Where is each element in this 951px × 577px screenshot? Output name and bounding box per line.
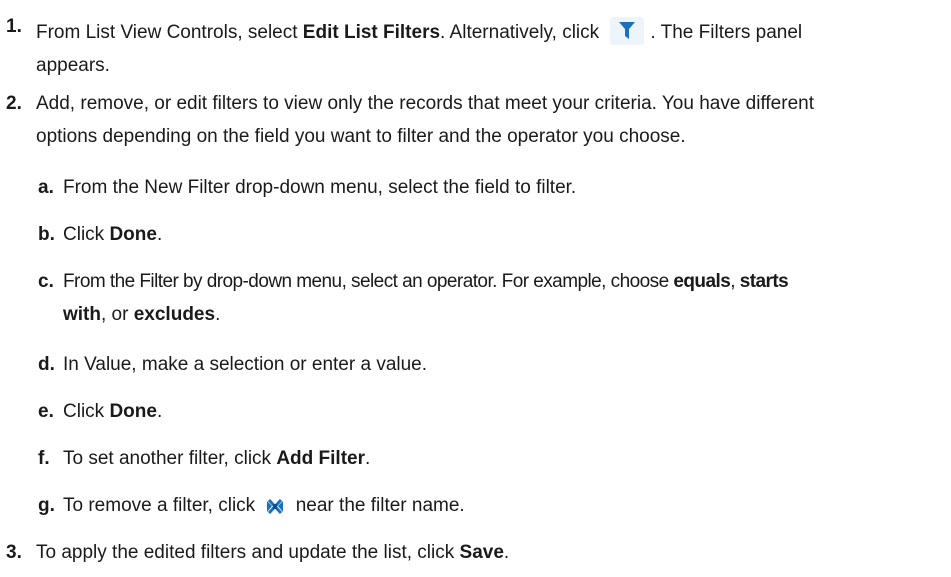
substep-text: From the Filter by drop-down menu, selec… — [63, 271, 789, 292]
step-number: 2. — [6, 93, 22, 114]
substep-text-continued: with, or excludes. — [63, 304, 221, 325]
substep-text: In Value, make a selection or enter a va… — [63, 354, 428, 375]
instructions-document: 1. From List View Controls, select Edit … — [0, 0, 951, 577]
substep-text: To set another filter, click Add Filter. — [63, 448, 371, 469]
substep-text: To remove a filter, click near the filte… — [63, 495, 465, 516]
step-text: Add, remove, or edit filters to view onl… — [36, 93, 814, 114]
step-text: From List View Controls, select Edit Lis… — [36, 16, 946, 49]
substep-text: Click Done. — [63, 224, 163, 245]
filter-funnel-icon — [610, 16, 645, 45]
step-text-continued: appears. — [36, 55, 110, 76]
step-text: To apply the edited filters and update t… — [36, 542, 510, 563]
substep-text: From the New Filter drop-down menu, sele… — [63, 177, 577, 198]
save-label: Save — [459, 542, 504, 563]
menu-item-name: Edit List Filters — [302, 22, 441, 43]
substep-text: Click Done. — [63, 401, 163, 422]
step-text-continued: options depending on the field you want … — [36, 126, 686, 147]
step-number: 3. — [6, 542, 22, 563]
remove-filter-icon — [264, 495, 286, 515]
step-number: 1. — [6, 16, 22, 37]
